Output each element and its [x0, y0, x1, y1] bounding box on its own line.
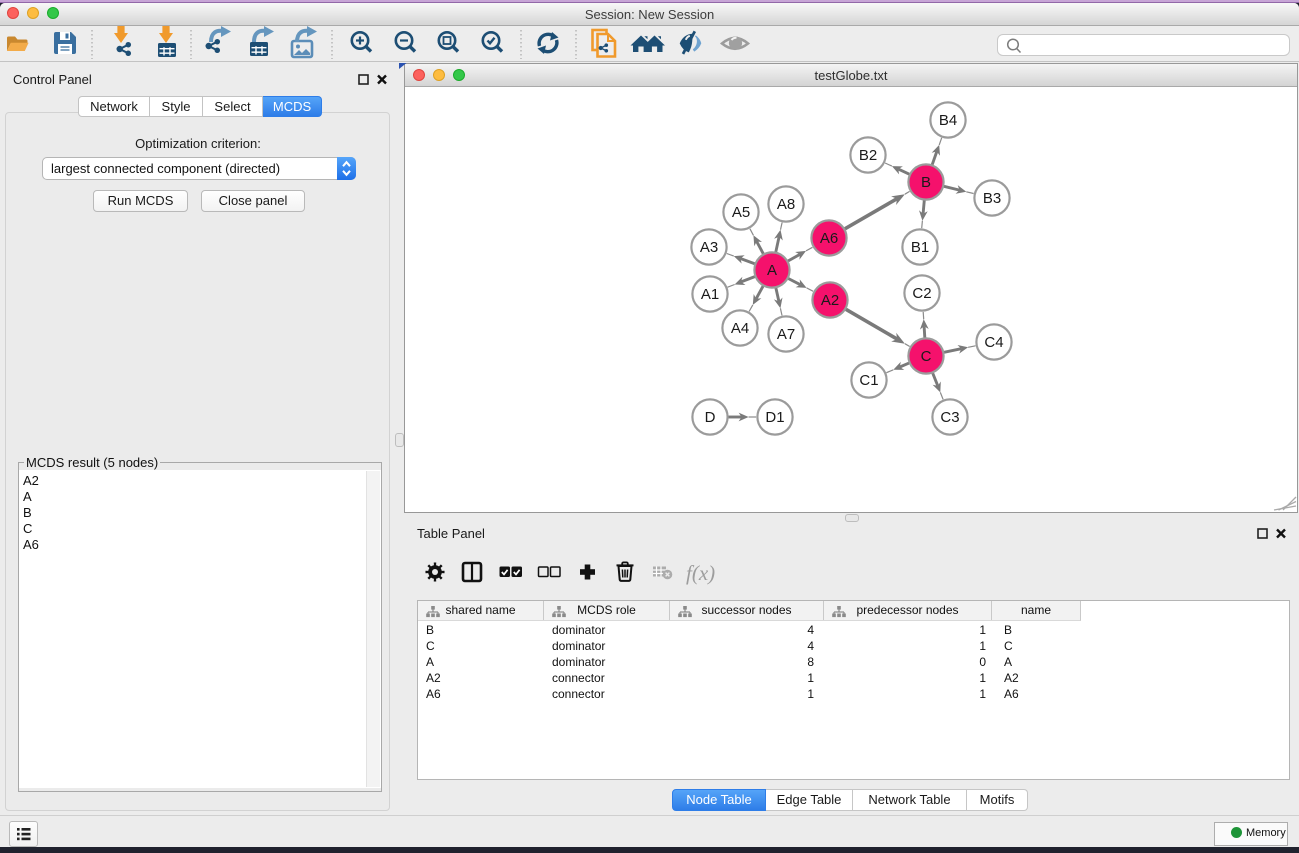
- svg-text:C3: C3: [940, 409, 959, 426]
- svg-text:A1: A1: [701, 286, 719, 303]
- svg-text:C1: C1: [859, 372, 878, 389]
- svg-text:D: D: [705, 409, 716, 426]
- svg-text:A6: A6: [820, 230, 838, 247]
- svg-text:D1: D1: [765, 409, 784, 426]
- svg-text:B2: B2: [859, 147, 877, 164]
- svg-text:A: A: [767, 262, 777, 279]
- svg-text:C2: C2: [912, 285, 931, 302]
- svg-text:C: C: [921, 348, 932, 365]
- svg-text:f(x): f(x): [686, 561, 715, 585]
- svg-text:A3: A3: [700, 239, 718, 256]
- svg-text:B3: B3: [983, 190, 1001, 207]
- svg-text:A2: A2: [821, 292, 839, 309]
- svg-text:B4: B4: [939, 112, 957, 129]
- svg-text:A7: A7: [777, 326, 795, 343]
- svg-text:B: B: [921, 174, 931, 191]
- svg-text:A4: A4: [731, 320, 749, 337]
- svg-text:B1: B1: [911, 239, 929, 256]
- svg-text:A8: A8: [777, 196, 795, 213]
- svg-text:C4: C4: [984, 334, 1003, 351]
- svg-text:A5: A5: [732, 204, 750, 221]
